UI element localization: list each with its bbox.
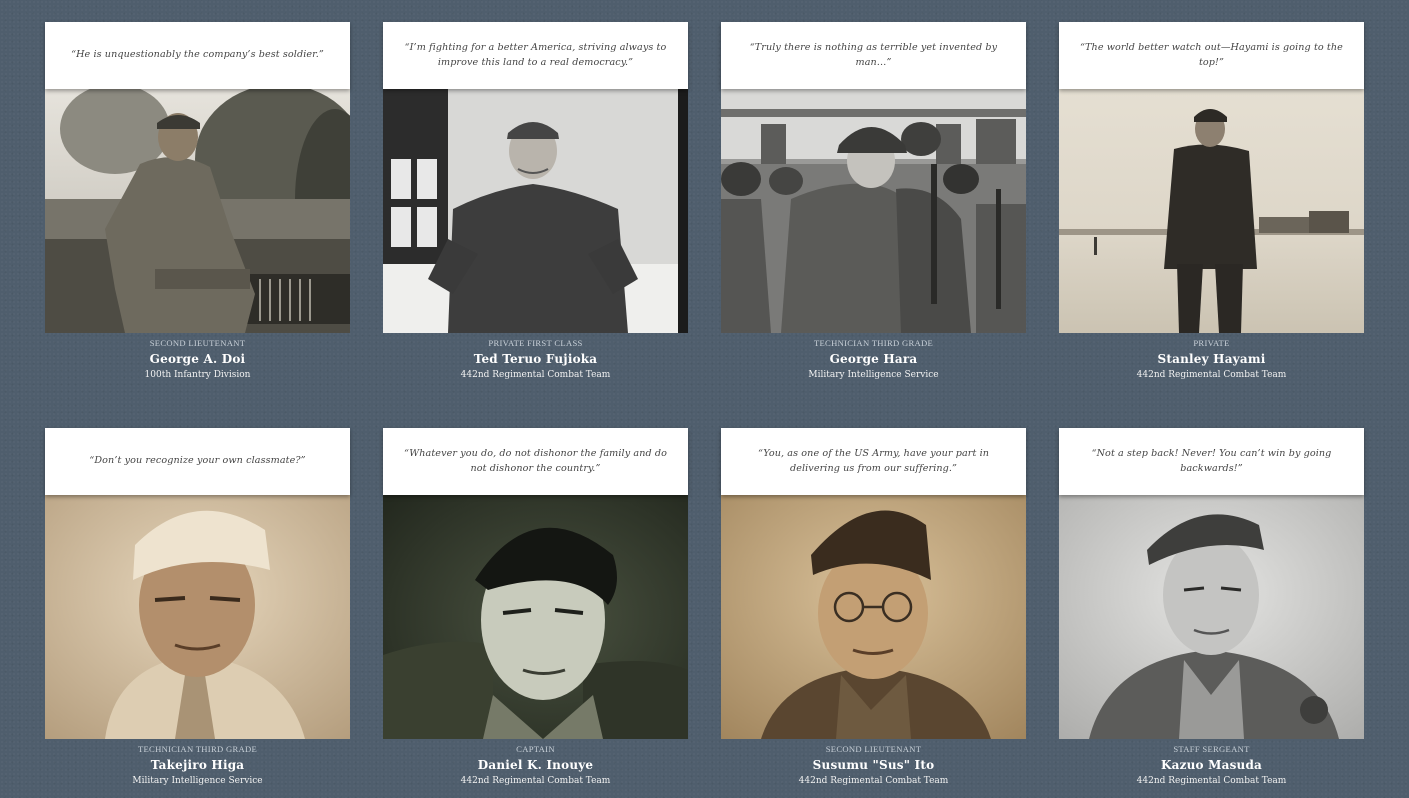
soldier-card-susumu-ito[interactable]: “You, as one of the US Army, have your p… bbox=[721, 428, 1026, 798]
portrait-image bbox=[383, 89, 688, 333]
soldier-unit: 100th Infantry Division bbox=[144, 370, 251, 380]
soldier-photo[interactable] bbox=[1059, 495, 1364, 739]
soldier-unit: 442nd Regimental Combat Team bbox=[798, 776, 949, 786]
soldier-unit: Military Intelligence Service bbox=[132, 776, 263, 786]
soldier-name[interactable]: Stanley Hayami bbox=[1158, 352, 1266, 367]
soldier-card-george-doi[interactable]: “He is unquestionably the company’s best… bbox=[45, 22, 350, 428]
portrait-image bbox=[721, 495, 1026, 739]
portrait-image bbox=[45, 495, 350, 739]
soldier-quote: “I’m fighting for a better America, stri… bbox=[404, 42, 667, 68]
quote-box: “I’m fighting for a better America, stri… bbox=[383, 22, 688, 89]
quote-box: “He is unquestionably the company’s best… bbox=[45, 22, 350, 89]
soldier-photo[interactable] bbox=[45, 89, 350, 333]
soldier-quote: “Not a step back! Never! You can’t win b… bbox=[1091, 448, 1332, 474]
soldier-quote: “Whatever you do, do not dishonor the fa… bbox=[404, 448, 667, 474]
soldier-unit: 442nd Regimental Combat Team bbox=[1136, 370, 1287, 380]
soldier-photo[interactable] bbox=[1059, 89, 1364, 333]
soldier-unit: 442nd Regimental Combat Team bbox=[460, 776, 611, 786]
portrait-image bbox=[721, 89, 1026, 333]
soldier-rank: STAFF SERGEANT bbox=[1173, 744, 1250, 754]
soldier-name[interactable]: Ted Teruo Fujioka bbox=[474, 352, 598, 367]
soldier-unit: Military Intelligence Service bbox=[808, 370, 939, 380]
soldier-name[interactable]: George Hara bbox=[830, 352, 918, 367]
soldier-card-stanley-hayami[interactable]: “The world better watch out—Hayami is go… bbox=[1059, 22, 1364, 428]
soldier-card-george-hara[interactable]: “Truly there is nothing as terrible yet … bbox=[721, 22, 1026, 428]
soldier-photo[interactable] bbox=[45, 495, 350, 739]
quote-box: “Don’t you recognize your own classmate?… bbox=[45, 428, 350, 495]
portrait-image bbox=[383, 495, 688, 739]
soldier-quote: “Truly there is nothing as terrible yet … bbox=[749, 42, 998, 68]
soldier-quote: “You, as one of the US Army, have your p… bbox=[757, 448, 990, 474]
soldier-card-ted-fujioka[interactable]: “I’m fighting for a better America, stri… bbox=[383, 22, 688, 428]
soldier-rank: PRIVATE bbox=[1193, 338, 1230, 348]
soldier-rank: CAPTAIN bbox=[516, 744, 555, 754]
portrait-image bbox=[1059, 495, 1364, 739]
soldier-card-takejiro-higa[interactable]: “Don’t you recognize your own classmate?… bbox=[45, 428, 350, 798]
soldier-name[interactable]: Kazuo Masuda bbox=[1161, 758, 1262, 773]
soldier-rank: TECHNICIAN THIRD GRADE bbox=[813, 338, 934, 348]
soldier-card-kazuo-masuda[interactable]: “Not a step back! Never! You can’t win b… bbox=[1059, 428, 1364, 798]
soldier-rank: SECOND LIEUTENANT bbox=[149, 338, 246, 348]
quote-box: “Whatever you do, do not dishonor the fa… bbox=[383, 428, 688, 495]
soldier-photo[interactable] bbox=[383, 495, 688, 739]
soldier-name[interactable]: Takejiro Higa bbox=[151, 758, 245, 773]
quote-box: “Not a step back! Never! You can’t win b… bbox=[1059, 428, 1364, 495]
soldier-rank: PRIVATE FIRST CLASS bbox=[488, 338, 583, 348]
soldier-unit: 442nd Regimental Combat Team bbox=[460, 370, 611, 380]
soldier-card-daniel-inouye[interactable]: “Whatever you do, do not dishonor the fa… bbox=[383, 428, 688, 798]
portrait-image bbox=[45, 89, 350, 333]
soldier-name[interactable]: George A. Doi bbox=[150, 352, 246, 367]
quote-box: “You, as one of the US Army, have your p… bbox=[721, 428, 1026, 495]
soldier-quote: “The world better watch out—Hayami is go… bbox=[1080, 42, 1343, 68]
soldier-quote: “He is unquestionably the company’s best… bbox=[71, 49, 324, 61]
soldier-name[interactable]: Susumu "Sus" Ito bbox=[813, 758, 935, 773]
soldier-grid: “He is unquestionably the company’s best… bbox=[45, 22, 1364, 798]
portrait-image bbox=[1059, 89, 1364, 333]
soldier-photo[interactable] bbox=[721, 89, 1026, 333]
soldier-quote: “Don’t you recognize your own classmate?… bbox=[89, 455, 306, 467]
quote-box: “The world better watch out—Hayami is go… bbox=[1059, 22, 1364, 89]
soldier-rank: TECHNICIAN THIRD GRADE bbox=[137, 744, 258, 754]
soldier-photo[interactable] bbox=[721, 495, 1026, 739]
soldier-unit: 442nd Regimental Combat Team bbox=[1136, 776, 1287, 786]
soldier-photo[interactable] bbox=[383, 89, 688, 333]
quote-box: “Truly there is nothing as terrible yet … bbox=[721, 22, 1026, 89]
soldier-rank: SECOND LIEUTENANT bbox=[825, 744, 922, 754]
soldier-name[interactable]: Daniel K. Inouye bbox=[478, 758, 594, 773]
